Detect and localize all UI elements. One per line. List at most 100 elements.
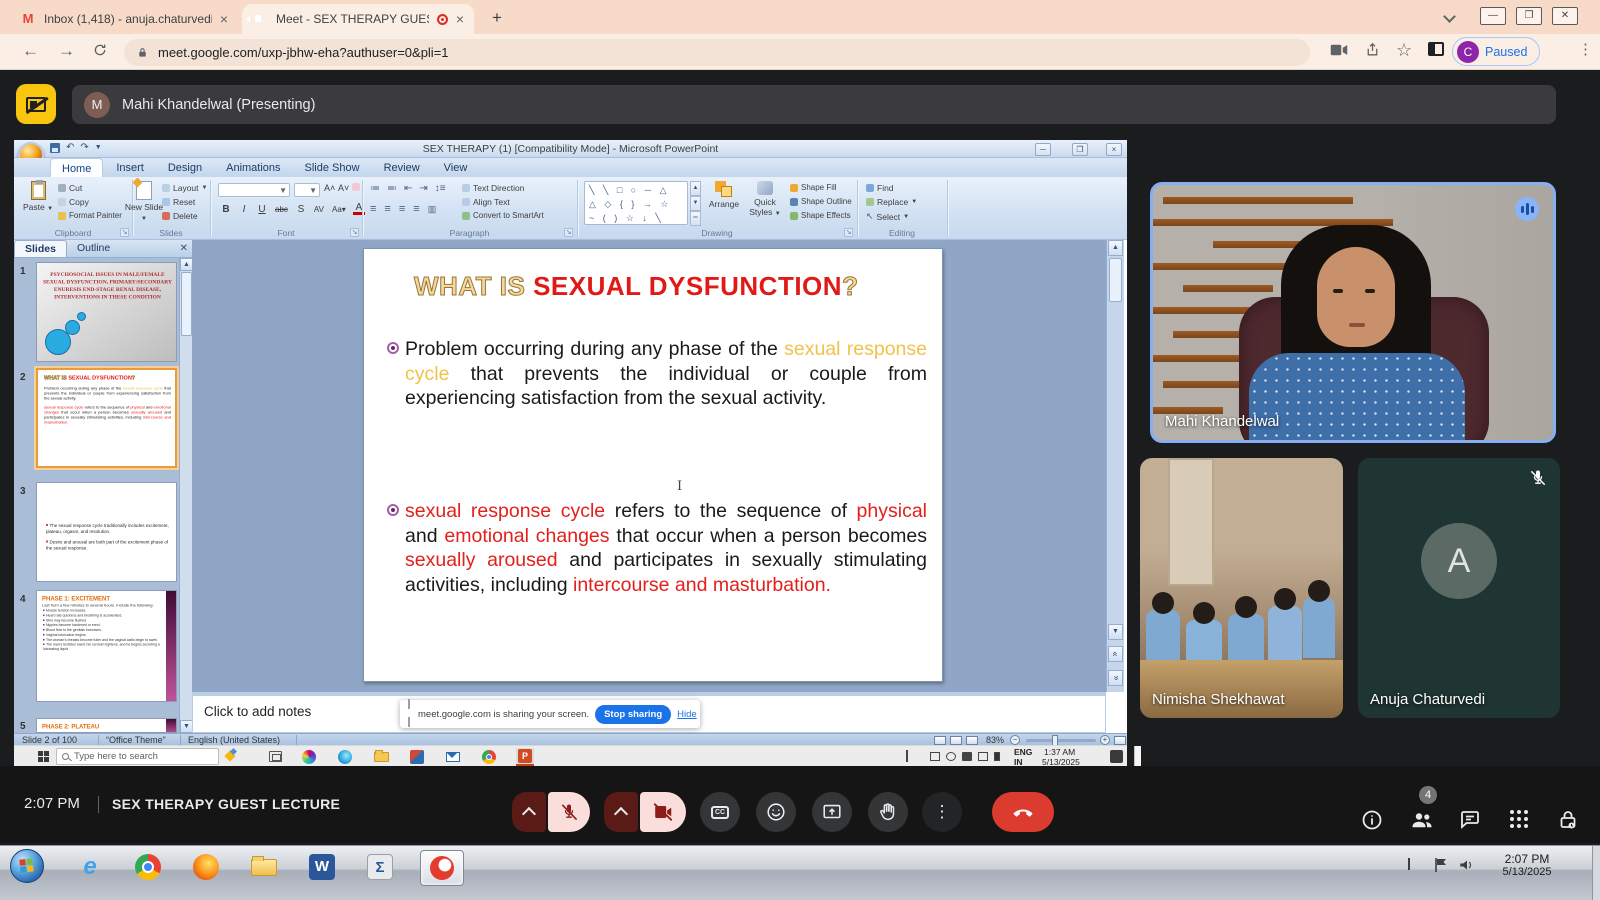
arrange-button[interactable]: Arrange <box>706 181 742 209</box>
edge-browser-icon[interactable] <box>336 748 354 766</box>
previous-slide-button[interactable]: « <box>1108 646 1123 662</box>
editor-scrollbar[interactable]: ▲ ▼ « « <box>1106 240 1124 692</box>
fit-to-window-icon[interactable] <box>1114 736 1126 745</box>
browser-menu-icon[interactable]: ⋮ <box>1578 40 1593 58</box>
qat-chevron-icon[interactable]: ▼ <box>95 144 102 151</box>
new-slide-button[interactable]: New Slide ▼ <box>124 181 164 222</box>
slide-thumbnail-2-selected[interactable]: WHAT IS SEXUAL DYSFUNCTION? Problem occu… <box>36 368 177 468</box>
ppt-minimize-button[interactable]: ─ <box>1035 143 1051 156</box>
ribbon-tab-design[interactable]: Design <box>157 158 213 177</box>
next-slide-button[interactable]: « <box>1108 670 1123 686</box>
mic-options-chevron[interactable] <box>512 792 546 832</box>
increase-indent-button[interactable]: ⇥ <box>419 183 427 194</box>
bullets-button[interactable]: ≔ <box>370 183 380 194</box>
system-clock[interactable]: 2:07 PM 5/13/2025 <box>1488 852 1566 878</box>
font-style-buttons[interactable]: B I U abc S AV Aa▾ A <box>220 203 365 215</box>
activities-button[interactable] <box>1508 808 1532 832</box>
redo-icon[interactable]: ↷ <box>80 142 88 153</box>
normal-view-icon[interactable] <box>934 736 946 745</box>
align-left-button[interactable]: ≡ <box>370 203 376 215</box>
cut-button[interactable]: Cut <box>58 183 82 193</box>
camera-off-button[interactable] <box>640 792 686 832</box>
slide-thumbnail-4[interactable]: PHASE 1: EXCITEMENT Last from a few minu… <box>36 590 177 702</box>
ribbon-tab-view[interactable]: View <box>433 158 479 177</box>
firefox-icon[interactable] <box>192 853 220 881</box>
back-button[interactable]: ← <box>22 41 39 61</box>
start-button-icon[interactable] <box>38 751 49 762</box>
chat-button[interactable] <box>1458 808 1482 832</box>
new-tab-button[interactable]: + <box>492 8 502 28</box>
alignment-buttons[interactable]: ≡ ≡ ≡ ≡ ▥ <box>370 203 436 215</box>
tray-display-icon[interactable] <box>930 752 940 761</box>
layout-button[interactable]: Layout ▼ <box>162 183 207 193</box>
photos-app-icon[interactable] <box>300 748 318 766</box>
replace-button[interactable]: Replace ▼ <box>866 197 917 207</box>
mail-app-icon[interactable] <box>444 748 462 766</box>
zoom-out-icon[interactable]: − <box>1010 735 1020 745</box>
start-button[interactable] <box>10 849 44 883</box>
tray-pen-icon[interactable] <box>994 752 1000 761</box>
ribbon-tab-slideshow[interactable]: Slide Show <box>294 158 371 177</box>
captions-button[interactable]: CC <box>700 792 740 832</box>
list-indent-buttons[interactable]: ≔≕⇤⇥↕≡ <box>370 183 446 194</box>
host-controls-button[interactable] <box>1556 808 1580 832</box>
decrease-indent-button[interactable]: ⇤ <box>404 183 412 194</box>
stop-sharing-button[interactable]: Stop sharing <box>595 705 671 724</box>
ppt-close-button[interactable]: × <box>1106 143 1122 156</box>
side-panel-icon[interactable] <box>1428 42 1444 56</box>
powerpoint-app-icon[interactable]: P <box>516 748 534 766</box>
video-tile-presenter[interactable]: Mahi Khandelwal <box>1150 182 1556 443</box>
paste-button[interactable]: Paste ▼ <box>20 181 56 212</box>
camera-options-chevron[interactable] <box>604 792 638 832</box>
internet-explorer-icon[interactable]: e <box>76 853 104 881</box>
font-dialog-launcher[interactable]: ↘ <box>350 228 359 237</box>
clipboard-dialog-launcher[interactable]: ↘ <box>120 228 129 237</box>
scroll-down-icon[interactable]: ▼ <box>1108 624 1123 640</box>
slideshow-view-icon[interactable] <box>966 736 978 745</box>
window-minimize-button[interactable]: — <box>1480 7 1506 25</box>
profile-paused-pill[interactable]: C Paused <box>1452 37 1540 66</box>
paragraph-dialog-launcher[interactable]: ↘ <box>564 228 573 237</box>
share-icon[interactable] <box>1364 41 1381 58</box>
format-painter-button[interactable]: Format Painter <box>58 211 122 220</box>
excel-sigma-icon[interactable]: Σ <box>366 853 394 881</box>
strikethrough-button[interactable]: abc <box>274 205 289 214</box>
columns-button[interactable]: ▥ <box>428 204 437 215</box>
tray-onedrive-icon[interactable] <box>946 752 956 761</box>
slide-thumbnail-1[interactable]: PSYCHOSOCIAL ISSUES IN MALE/FEMALE SEXUA… <box>36 262 177 362</box>
ribbon-tab-home[interactable]: Home <box>50 158 103 177</box>
tray-volume-icon[interactable] <box>1458 857 1476 873</box>
panel-tab-outline[interactable]: Outline <box>67 240 120 257</box>
tab-search-chevron-icon[interactable] <box>1443 10 1456 23</box>
panel-tab-slides[interactable]: Slides <box>14 240 67 257</box>
tab-close-icon[interactable]: × <box>220 11 228 27</box>
save-icon[interactable] <box>50 143 60 153</box>
font-size-combo[interactable]: ▼ <box>294 183 320 197</box>
url-bar[interactable]: meet.google.com/uxp-jbhw-eha?authuser=0&… <box>124 39 1310 66</box>
ribbon-tab-review[interactable]: Review <box>373 158 431 177</box>
zoom-slider[interactable] <box>1026 739 1096 742</box>
tray-chevron-icon[interactable] <box>1408 860 1410 881</box>
line-spacing-button[interactable]: ↕≡ <box>435 183 446 194</box>
font-name-combo[interactable]: ▼ <box>218 183 290 197</box>
justify-button[interactable]: ≡ <box>413 203 419 215</box>
shapes-gallery[interactable]: ╲ ╲ □ ○ ─ △△ ◇ { } → ☆~ ( ) ☆ ↓ ╲ <box>584 181 688 225</box>
drawing-dialog-launcher[interactable]: ↘ <box>844 228 853 237</box>
align-center-button[interactable]: ≡ <box>384 203 390 215</box>
meeting-details-button[interactable] <box>1360 808 1384 832</box>
active-chrome-window-button[interactable] <box>420 850 464 886</box>
shape-outline-button[interactable]: Shape Outline <box>790 197 852 206</box>
presentation-off-chip[interactable] <box>16 84 56 124</box>
camera-in-use-icon[interactable] <box>1330 43 1348 57</box>
align-right-button[interactable]: ≡ <box>399 203 405 215</box>
forward-button[interactable]: → <box>58 41 75 61</box>
tab-close-icon[interactable]: × <box>456 11 464 27</box>
notification-center-icon[interactable] <box>1110 750 1123 763</box>
show-desktop-sliver[interactable] <box>1134 746 1141 767</box>
hide-link[interactable]: Hide <box>677 709 697 720</box>
panel-scrollbar[interactable]: ▲ ▼ <box>179 258 192 733</box>
text-direction-button[interactable]: Text Direction <box>462 183 525 193</box>
delete-button[interactable]: Delete <box>162 211 198 221</box>
slide-thumbnail-5[interactable]: PHASE 2: PLATEAU <box>36 718 177 733</box>
panel-close-icon[interactable]: ✕ <box>180 243 188 254</box>
